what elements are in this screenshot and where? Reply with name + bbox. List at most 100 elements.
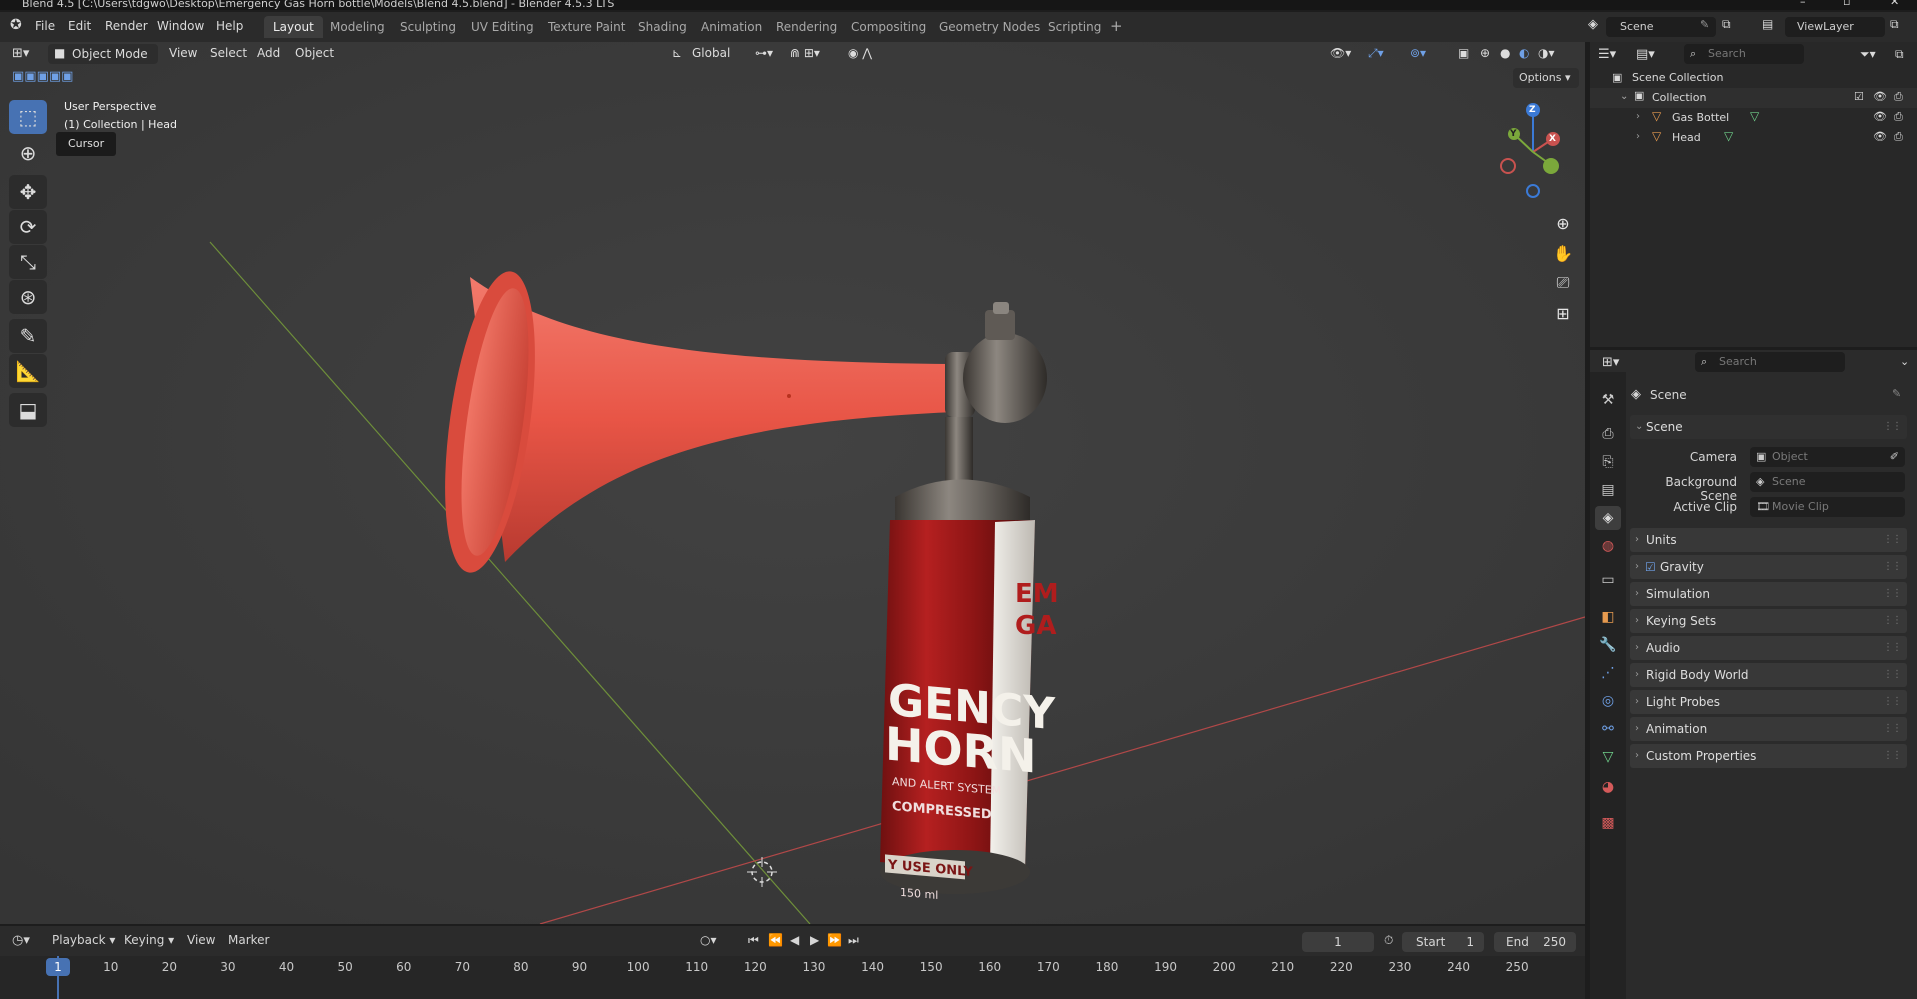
background-scene-field[interactable]: ◈ Scene — [1750, 472, 1905, 492]
expand-icon[interactable]: › — [1636, 111, 1640, 122]
output-tab-icon[interactable]: ⎘ — [1595, 450, 1621, 474]
add-workspace-icon[interactable]: + — [1110, 17, 1123, 35]
outliner-type-icon[interactable]: ☰▾ — [1598, 47, 1616, 62]
transform-tool[interactable]: ⊛ — [9, 280, 47, 314]
prev-keyframe-icon[interactable]: ⏪ — [768, 933, 783, 947]
mode-selector[interactable]: ■ Object Mode — [48, 44, 158, 64]
active-clip-field[interactable]: 🎞 Movie Clip — [1750, 497, 1905, 517]
tab-sculpting[interactable]: Sculpting — [391, 16, 465, 38]
viewlayer-selector[interactable]: ViewLayer — [1785, 17, 1885, 37]
timeline-menu-keying[interactable]: Keying ▾ — [124, 933, 174, 947]
outliner[interactable]: ☰▾ ▤▾ ⌕ Search ⏷▾ ⧉ ▣ Scene Collection ⌄… — [1590, 42, 1917, 347]
play-reverse-icon[interactable]: ◀ — [790, 933, 799, 947]
display-mode-icon[interactable]: ▤▾ — [1636, 47, 1655, 62]
wireframe-shading-icon[interactable]: ⊕ — [1480, 46, 1490, 60]
solid-shading-icon[interactable]: ● — [1500, 46, 1510, 60]
properties-search[interactable]: ⌕ Search — [1695, 352, 1845, 372]
checkbox-icon[interactable]: ☑ — [1854, 90, 1864, 103]
tab-layout[interactable]: Layout — [264, 16, 323, 38]
panel-simulation[interactable]: › Simulation ⋮⋮ — [1630, 582, 1907, 606]
tab-texture-paint[interactable]: Texture Paint — [539, 16, 634, 38]
jump-end-icon[interactable]: ⏭ — [848, 933, 859, 948]
select-mode-icons[interactable]: ▣▣▣▣▣ — [12, 69, 73, 84]
overlay-toggle-icon[interactable]: ⊚▾ — [1410, 46, 1426, 60]
panel-custom-properties[interactable]: › Custom Properties ⋮⋮ — [1630, 744, 1907, 768]
move-tool[interactable]: ✥ — [9, 175, 47, 209]
visibility-icon[interactable]: 👁▾ — [1330, 46, 1351, 60]
camera-field[interactable]: ▣ Object ✐ — [1750, 447, 1905, 467]
hand-icon[interactable]: ✋ — [1550, 240, 1576, 266]
camera-icon[interactable]: ⎚ — [1550, 270, 1576, 296]
collapse-icon[interactable]: ⌄ — [1620, 91, 1628, 102]
panel-rigid-body-world[interactable]: › Rigid Body World ⋮⋮ — [1630, 663, 1907, 687]
current-frame-field[interactable]: 1 — [1302, 932, 1374, 952]
tab-uv-editing[interactable]: UV Editing — [462, 16, 543, 38]
panel-audio[interactable]: › Audio ⋮⋮ — [1630, 636, 1907, 660]
next-keyframe-icon[interactable]: ⏩ — [827, 933, 842, 947]
auto-keying-icon[interactable]: ○▾ — [700, 933, 717, 947]
menu-window[interactable]: Window — [157, 19, 204, 33]
panel-units[interactable]: › Units ⋮⋮ — [1630, 528, 1907, 552]
viewport-menu-add[interactable]: Add — [257, 46, 280, 60]
collection-tab-icon[interactable]: ▭ — [1595, 568, 1621, 592]
eye-icon[interactable]: 👁 — [1873, 90, 1887, 103]
viewport-menu-view[interactable]: View — [169, 46, 197, 60]
stopwatch-icon[interactable]: ⏱ — [1384, 933, 1393, 948]
render-camera-icon[interactable]: ⎙ — [1894, 130, 1903, 144]
viewport-menu-select[interactable]: Select — [210, 46, 247, 60]
grid-icon[interactable]: ⊞ — [1550, 300, 1576, 326]
new-viewlayer-icon[interactable]: ⧉ — [1890, 17, 1899, 32]
blender-logo-icon[interactable]: ✪ — [10, 17, 22, 33]
rendered-shading-icon[interactable]: ◑▾ — [1538, 46, 1555, 60]
tab-rendering[interactable]: Rendering — [767, 16, 846, 38]
cursor-tool[interactable]: ⊕ — [9, 136, 47, 170]
add-cube-tool[interactable]: ⬓ — [9, 393, 47, 427]
panel-animation[interactable]: › Animation ⋮⋮ — [1630, 717, 1907, 741]
options-button[interactable]: Options ▾ — [1513, 68, 1579, 88]
menu-render[interactable]: Render — [105, 19, 148, 33]
properties-type-icon[interactable]: ⊞▾ — [1602, 355, 1619, 370]
play-icon[interactable]: ▶ — [810, 933, 819, 947]
outliner-root[interactable]: Scene Collection — [1632, 71, 1723, 84]
world-tab-icon[interactable]: ◍ — [1595, 534, 1621, 558]
3d-viewport[interactable]: GENCY HORN AND ALERT SYSTEM COMPRESSED Y… — [0, 42, 1585, 924]
jump-start-icon[interactable]: ⏮ — [748, 933, 759, 948]
particles-tab-icon[interactable]: ⋰ — [1595, 661, 1621, 685]
start-frame-field[interactable]: Start 1 — [1402, 932, 1484, 952]
annotate-tool[interactable]: ✎ — [9, 319, 47, 353]
gizmo-toggle-icon[interactable]: ⤢▾ — [1368, 46, 1384, 61]
chevron-down-icon[interactable]: ⌄ — [1900, 355, 1909, 368]
measure-tool[interactable]: 📐 — [9, 354, 47, 388]
pivot-icon[interactable]: ⊶▾ — [755, 46, 773, 60]
expand-icon[interactable]: › — [1636, 131, 1640, 142]
tool-tab-icon[interactable]: ⚒ — [1595, 388, 1621, 412]
physics-tab-icon[interactable]: ◎ — [1595, 689, 1621, 713]
rotate-tool[interactable]: ⟳ — [9, 210, 47, 244]
close-icon[interactable]: ✕ — [1890, 0, 1899, 7]
tab-modeling[interactable]: Modeling — [321, 16, 394, 38]
tab-shading[interactable]: Shading — [629, 16, 696, 38]
viewport-menu-object[interactable]: Object — [295, 46, 334, 60]
collection-name[interactable]: Collection — [1652, 91, 1706, 104]
gizmo-x-label[interactable]: X — [1549, 134, 1556, 144]
xray-icon[interactable]: ▣ — [1458, 46, 1469, 60]
select-box-tool[interactable]: ⬚ — [9, 100, 47, 134]
render-camera-icon[interactable]: ⎙ — [1894, 90, 1903, 104]
outliner-search[interactable]: ⌕ Search — [1684, 44, 1804, 64]
filter-icon[interactable]: ⏷▾ — [1860, 47, 1876, 62]
menu-help[interactable]: Help — [216, 19, 243, 33]
snap-icon[interactable]: ⋒ ⊞▾ — [790, 46, 820, 60]
data-tab-icon[interactable]: ▽ — [1595, 745, 1621, 769]
timeline-menu-playback[interactable]: Playback ▾ — [52, 933, 115, 947]
playhead[interactable]: 1 — [46, 958, 70, 976]
tab-geometry-nodes[interactable]: Geometry Nodes — [930, 16, 1049, 38]
render-camera-icon[interactable]: ⎙ — [1894, 110, 1903, 124]
menu-file[interactable]: File — [35, 19, 55, 33]
modifier-tab-icon[interactable]: 🔧 — [1595, 633, 1621, 657]
end-frame-field[interactable]: End 250 — [1494, 932, 1576, 952]
outliner-item-head[interactable]: Head — [1672, 131, 1701, 144]
pin-icon[interactable]: ✎ — [1892, 387, 1901, 400]
material-shading-icon[interactable]: ◐ — [1519, 46, 1529, 60]
timeline-editor-icon[interactable]: ◷▾ — [12, 933, 30, 948]
object-tab-icon[interactable]: ◧ — [1595, 605, 1621, 629]
